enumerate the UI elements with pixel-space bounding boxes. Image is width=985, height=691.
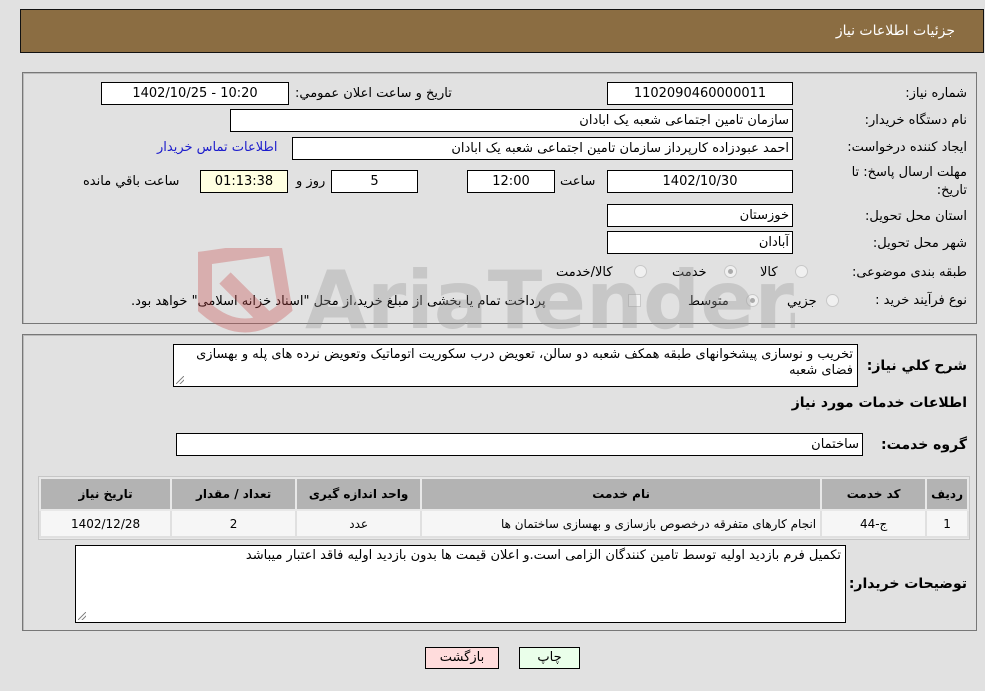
category-radio-goods-service[interactable] <box>634 265 647 278</box>
province-label: استان محل تحویل: <box>865 209 967 224</box>
category-radio-service[interactable] <box>724 265 737 278</box>
category-label: طبقه بندی موضوعی: <box>851 265 967 280</box>
process-option-minor: جزيي <box>787 294 817 309</box>
description-textarea[interactable]: تخریب و نوسازی پیشخوانهای طبقه همکف شعبه… <box>173 344 858 387</box>
cell-row-num: 1 <box>925 509 969 538</box>
category-option-goods: کالا <box>760 265 778 280</box>
deadline-days-field: 5 <box>331 170 418 193</box>
cell-quantity: 2 <box>170 509 298 538</box>
buyer-notes-text: تکمیل فرم بازدید اولیه توسط تامین کنندگا… <box>245 548 841 563</box>
table-header-row: ردیف کد خدمت نام خدمت واحد اندازه گیری ت… <box>38 477 969 511</box>
process-radio-medium[interactable] <box>746 294 759 307</box>
table-row: 1 ج-44 انجام کارهای متفرقه درخصوص بازساز… <box>38 509 969 538</box>
need-number-label: شماره نیاز: <box>905 86 967 101</box>
resize-grip-icon[interactable] <box>78 612 86 620</box>
requester-label: ایجاد کننده درخواست: <box>847 140 967 155</box>
col-header-need-date: تاریخ نیاز <box>38 477 173 511</box>
services-table: ردیف کد خدمت نام خدمت واحد اندازه گیری ت… <box>38 477 969 538</box>
deadline-time-field: 12:00 <box>467 170 555 193</box>
cell-service-code: ج-44 <box>820 509 928 538</box>
col-header-service-code: کد خدمت <box>820 477 928 511</box>
category-option-service: خدمت <box>672 265 707 280</box>
buyer-notes-textarea[interactable]: تکمیل فرم بازدید اولیه توسط تامین کنندگا… <box>75 545 846 623</box>
deadline-date-field: 1402/10/30 <box>607 170 793 193</box>
process-type-label: نوع فرآیند خرید : <box>875 293 967 308</box>
buyer-org-label: نام دستگاه خريدار: <box>864 113 967 128</box>
process-radio-minor[interactable] <box>826 294 839 307</box>
deadline-label-line2: تاریخ: <box>936 183 967 198</box>
remaining-time-field: 01:13:38 <box>200 170 288 193</box>
col-header-unit: واحد اندازه گیری <box>295 477 423 511</box>
resize-grip-icon[interactable] <box>176 376 184 384</box>
buyer-org-field: سازمان تامین اجتماعی شعبه یک ابادان <box>230 109 793 132</box>
treasury-checkbox[interactable] <box>628 294 641 307</box>
cell-unit: عدد <box>295 509 423 538</box>
treasury-checkbox-label: پرداخت تمام یا بخشی از مبلغ خرید،از محل … <box>131 294 546 309</box>
need-number-field: 1102090460000011 <box>607 82 793 105</box>
services-table-container: ردیف کد خدمت نام خدمت واحد اندازه گیری ت… <box>38 476 970 540</box>
category-radio-goods[interactable] <box>795 265 808 278</box>
page-title: جزئیات اطلاعات نیاز <box>835 23 955 39</box>
col-header-service-name: نام خدمت <box>420 477 823 511</box>
province-field: خوزستان <box>607 204 793 227</box>
requester-field: احمد عبودزاده کارپرداز سازمان تامین اجتم… <box>292 137 793 160</box>
col-header-quantity: تعداد / مقدار <box>170 477 298 511</box>
service-group-label: گروه خدمت: <box>881 437 967 453</box>
days-label: روز و <box>296 174 326 189</box>
city-field: آبادان <box>607 231 793 254</box>
back-button[interactable]: بازگشت <box>425 647 499 669</box>
description-text: تخریب و نوسازی پیشخوانهای طبقه همکف شعبه… <box>196 347 853 378</box>
category-option-goods-service: کالا/خدمت <box>556 265 613 280</box>
deadline-time-label: ساعت <box>560 174 596 189</box>
description-label: شرح کلي نياز: <box>866 358 967 374</box>
page-header: جزئیات اطلاعات نیاز <box>20 9 984 53</box>
remaining-time-label: ساعت باقي مانده <box>83 174 180 189</box>
buyer-contact-link[interactable]: اطلاعات تماس خریدار <box>157 140 277 155</box>
city-label: شهر محل تحویل: <box>872 236 967 251</box>
process-option-medium: متوسط <box>688 294 729 309</box>
cell-need-date: 1402/12/28 <box>38 509 173 538</box>
buyer-notes-label: توضیحات خریدار: <box>848 576 967 592</box>
announce-datetime-label: تاریخ و ساعت اعلان عمومي: <box>295 86 452 101</box>
cell-service-name: انجام کارهای متفرقه درخصوص بازسازی و بهس… <box>420 509 823 538</box>
deadline-label-line1: مهلت ارسال پاسخ: تا <box>851 165 967 180</box>
print-button[interactable]: چاپ <box>519 647 580 669</box>
service-group-field: ساختمان <box>176 433 863 456</box>
col-header-row-num: ردیف <box>925 477 969 511</box>
services-heading: اطلاعات خدمات مورد نياز <box>791 395 967 411</box>
announce-datetime-field: 1402/10/25 - 10:20 <box>101 82 289 105</box>
